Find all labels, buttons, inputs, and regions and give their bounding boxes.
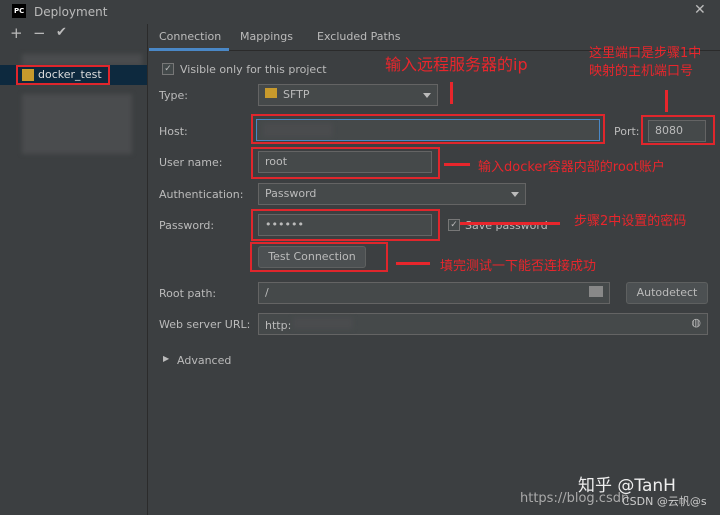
sidebar-item-label: docker_test — [38, 68, 102, 81]
blurred-item — [22, 94, 132, 154]
port-label: Port: — [614, 125, 640, 138]
arrow-right-icon — [444, 163, 470, 166]
annotation-port-2: 映射的主机端口号 — [589, 64, 694, 79]
sidebar: + − ✔ docker_test — [0, 24, 148, 515]
authentication-label: Authentication: — [159, 188, 244, 201]
root-path-label: Root path: — [159, 287, 217, 300]
close-icon[interactable]: ✕ — [694, 2, 706, 18]
type-label: Type: — [159, 89, 188, 102]
folder-icon[interactable] — [589, 286, 603, 297]
arrow-up-icon — [665, 90, 668, 112]
root-path-value: / — [265, 286, 269, 299]
tab-excluded-paths[interactable]: Excluded Paths — [317, 30, 400, 43]
highlight-box — [250, 242, 388, 272]
pycharm-logo: PC — [12, 4, 26, 18]
visible-only-label: Visible only for this project — [180, 63, 327, 76]
advanced-toggle[interactable]: Advanced — [177, 354, 231, 367]
tab-label: Connection — [159, 30, 222, 43]
annotation-host: 输入远程服务器的ip — [385, 55, 528, 74]
visible-only-checkbox[interactable]: ✓ — [162, 63, 174, 75]
blurred-url — [293, 317, 354, 329]
web-url-value: http: — [265, 319, 292, 332]
apply-icon[interactable]: ✔ — [56, 25, 67, 40]
type-value: SFTP — [283, 88, 310, 101]
window-title: Deployment — [34, 5, 108, 19]
host-label: Host: — [159, 125, 188, 138]
expand-icon[interactable]: ▶ — [163, 354, 169, 363]
authentication-select[interactable]: Password — [258, 183, 526, 205]
csdn-watermark: CSDN @云帆@s — [622, 495, 707, 508]
title-bar: PC Deployment ✕ — [0, 0, 720, 24]
type-select[interactable]: SFTP — [258, 84, 438, 106]
tab-connection[interactable]: Connection — [149, 24, 229, 51]
highlight-box — [251, 209, 440, 241]
autodetect-button[interactable]: Autodetect — [626, 282, 708, 304]
arrow-up-icon — [450, 82, 453, 104]
highlight-box — [251, 114, 605, 144]
save-password-label: Save password — [465, 219, 548, 232]
auth-value: Password — [265, 187, 317, 200]
url-watermark: https://blog.csdn — [520, 491, 630, 506]
annotation-test: 填完测试一下能否连接成功 — [440, 259, 597, 274]
sidebar-item-docker-test[interactable]: docker_test — [0, 65, 147, 85]
chevron-down-icon — [511, 192, 519, 197]
root-path-input[interactable]: / — [258, 282, 610, 304]
annotation-password: 步骤2中设置的密码 — [574, 214, 687, 229]
web-server-url-input[interactable]: http: ◍ — [258, 313, 708, 335]
arrow-right-icon — [460, 222, 560, 225]
globe-icon[interactable]: ◍ — [691, 316, 701, 329]
save-password-checkbox[interactable]: ✓ — [448, 219, 460, 231]
web-server-url-label: Web server URL: — [159, 318, 251, 331]
password-label: Password: — [159, 219, 215, 232]
sftp-server-icon — [22, 69, 34, 81]
chevron-down-icon — [423, 93, 431, 98]
annotation-user: 输入docker容器内部的root账户 — [478, 160, 665, 175]
tab-mappings[interactable]: Mappings — [240, 30, 293, 43]
annotation-port-1: 这里端口是步骤1中 — [589, 46, 702, 61]
user-name-label: User name: — [159, 156, 223, 169]
highlight-box — [641, 115, 715, 145]
sftp-icon — [265, 88, 277, 98]
highlight-box — [251, 147, 440, 179]
add-icon[interactable]: + — [10, 24, 23, 42]
arrow-right-icon — [396, 262, 430, 265]
remove-icon[interactable]: − — [33, 24, 46, 42]
